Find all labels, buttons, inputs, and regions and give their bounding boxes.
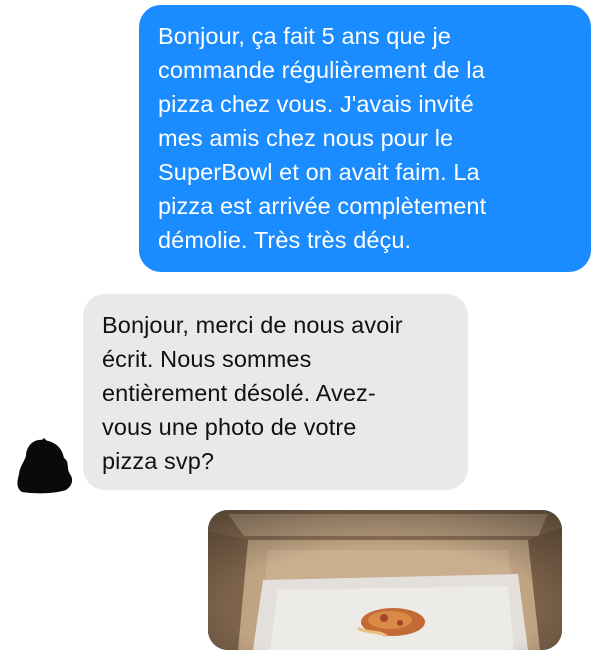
pizza-box-photo-icon[interactable] xyxy=(208,510,562,650)
incoming-message-bubble[interactable]: Bonjour, merci de nous avoir écrit. Nous… xyxy=(83,294,468,490)
redacted-avatar-icon xyxy=(14,436,76,494)
outgoing-message-bubble[interactable]: Bonjour, ça fait 5 ans que je commande r… xyxy=(139,5,591,272)
